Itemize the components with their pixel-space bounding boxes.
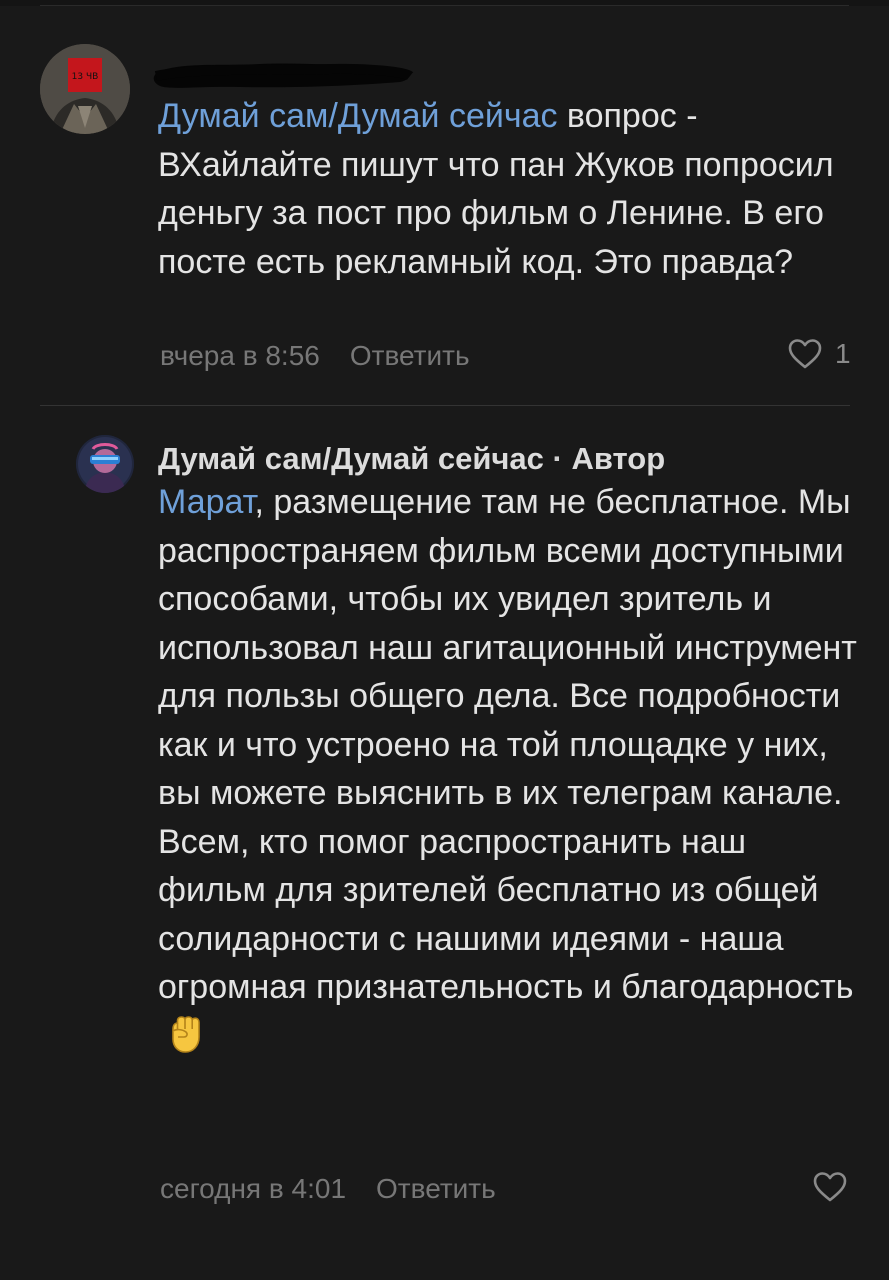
svg-text:13 ЧВ: 13 ЧВ	[72, 72, 99, 82]
reply-button[interactable]: Ответить	[350, 340, 470, 371]
reply-button[interactable]: Ответить	[376, 1173, 496, 1204]
heart-icon	[788, 339, 822, 369]
comment-divider	[40, 405, 850, 406]
timestamp: сегодня в 4:01	[160, 1173, 347, 1204]
comment-body: , размещение там не бесплатное. Мы распр…	[158, 483, 857, 1006]
comment-text: Думай сам/Думай сейчас вопрос - ВХайлайт…	[158, 92, 858, 286]
heart-icon	[813, 1172, 847, 1202]
comment-meta: вчера в 8:56 Ответить	[160, 340, 470, 372]
redacted-username	[150, 54, 416, 94]
comment-text: Марат, размещение там не бесплатное. Мы …	[158, 478, 858, 1061]
raised-fist-emoji	[164, 1012, 208, 1056]
author-name[interactable]: Думай сам/Думай сейчас	[158, 441, 544, 476]
avatar-image	[76, 435, 134, 493]
like-button[interactable]: 1	[787, 338, 851, 370]
mention-link[interactable]: Думай сам/Думай сейчас	[158, 97, 557, 135]
previous-comment-edge	[0, 0, 889, 6]
mention-link[interactable]: Марат	[158, 483, 255, 521]
like-button[interactable]	[812, 1171, 848, 1203]
avatar[interactable]	[76, 435, 134, 493]
timestamp: вчера в 8:56	[160, 340, 320, 371]
author-role: Автор	[571, 441, 666, 476]
comment-meta: сегодня в 4:01 Ответить	[160, 1173, 496, 1205]
comment-author: Думай сам/Думай сейчас · Автор	[158, 437, 665, 481]
avatar[interactable]: 13 ЧВ	[40, 44, 130, 134]
author-separator: ·	[543, 441, 572, 476]
avatar-image: 13 ЧВ	[40, 44, 130, 134]
like-count: 1	[835, 338, 851, 369]
